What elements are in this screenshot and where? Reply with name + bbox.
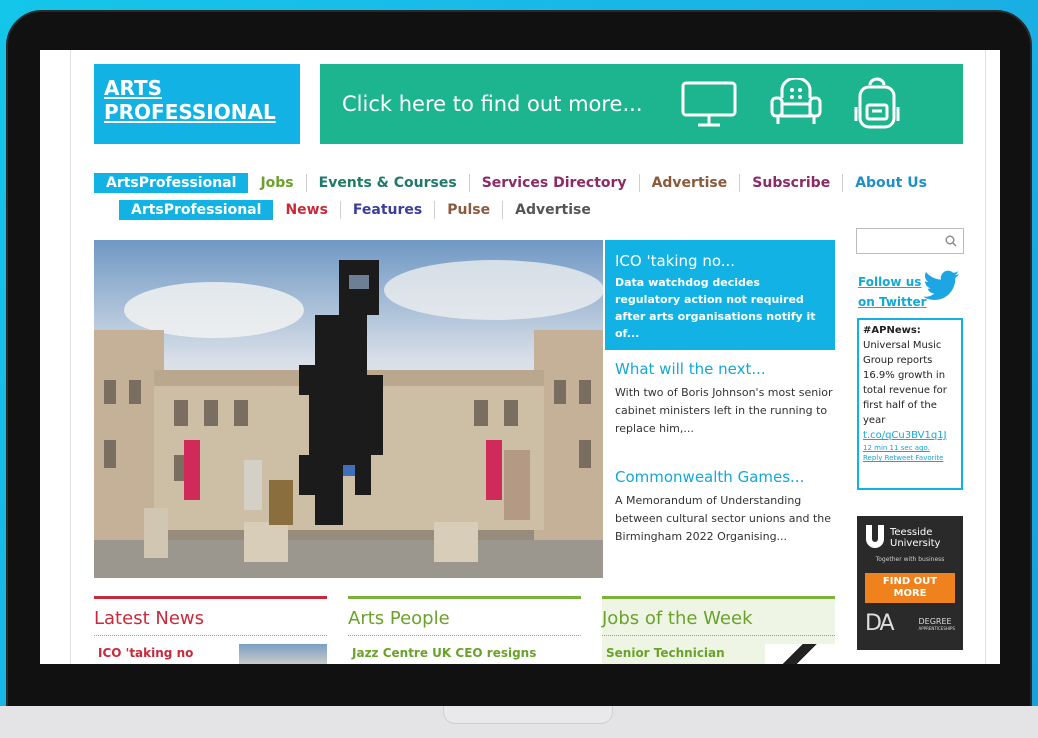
- ad-uni-line-1: Teesside: [890, 527, 933, 538]
- jobs-of-the-week-heading[interactable]: Jobs of the Week: [602, 596, 835, 632]
- ad-uni-line-2: University: [890, 538, 941, 549]
- feature-2-title: What will the next...: [615, 360, 766, 378]
- teesside-university-ad[interactable]: Teesside University Together with busine…: [857, 516, 963, 650]
- feature-2-body: With two of Boris Johnson's most senior …: [615, 386, 833, 435]
- section-divider: [348, 635, 581, 636]
- subnav-item-advertise[interactable]: Advertise: [503, 201, 603, 219]
- featured-article-3[interactable]: Commonwealth Games... A Memorandum of Un…: [615, 468, 835, 546]
- job-thumbnail[interactable]: [765, 644, 835, 664]
- latest-news-heading[interactable]: Latest News: [94, 596, 327, 632]
- latest-news-section: Latest News ICO 'taking no: [94, 596, 327, 664]
- nav-item-about-us[interactable]: About Us: [843, 174, 939, 192]
- nav-item-services-directory[interactable]: Services Directory: [470, 174, 640, 192]
- nav-item-advertise[interactable]: Advertise: [640, 174, 741, 192]
- follow-line-2: on Twitter: [858, 295, 927, 309]
- ad-da-mark: DA: [865, 611, 895, 636]
- subnav-item-news[interactable]: News: [273, 201, 341, 219]
- armchair-icon: [768, 78, 824, 130]
- tweet-link[interactable]: t.co/qCu3BV1q1J: [863, 428, 957, 443]
- laptop-notch: [443, 706, 613, 724]
- nav-item-subscribe[interactable]: Subscribe: [740, 174, 844, 192]
- follow-us-twitter-link[interactable]: Follow us on Twitter: [858, 272, 927, 312]
- news-thumbnail[interactable]: [239, 644, 327, 664]
- tweet-time[interactable]: 12 min 11 sec ago.: [863, 443, 957, 453]
- nav-item-events-courses[interactable]: Events & Courses: [307, 174, 470, 192]
- feature-3-title: Commonwealth Games...: [615, 468, 805, 486]
- subnav-brand-artsprofessional[interactable]: ArtsProfessional: [119, 200, 274, 220]
- twitter-bird-icon[interactable]: [923, 270, 961, 306]
- primary-nav: ArtsProfessional Jobs Events & Courses S…: [94, 172, 939, 194]
- tweet-body: Universal Music Group reports 16.9% grow…: [863, 340, 947, 426]
- arts-people-section: Arts People Jazz Centre UK CEO resigns: [348, 596, 581, 664]
- section-divider: [602, 635, 835, 636]
- nav-item-jobs[interactable]: Jobs: [248, 174, 307, 192]
- secondary-nav: ArtsProfessional News Features Pulse Adv…: [119, 199, 603, 221]
- nav-brand-artsprofessional[interactable]: ArtsProfessional: [94, 173, 249, 193]
- search-icon[interactable]: [945, 232, 957, 251]
- section-divider: [94, 635, 327, 636]
- follow-line-1: Follow us: [858, 275, 922, 289]
- feature-1-title: ICO 'taking no...: [615, 252, 736, 270]
- featured-article-1[interactable]: ICO 'taking no... Data watchdog decides …: [605, 240, 835, 350]
- ad-da-line-2: APPRENTICESHIPS: [918, 625, 955, 631]
- ad-find-out-more-button[interactable]: FIND OUT MORE: [865, 573, 955, 603]
- subnav-item-pulse[interactable]: Pulse: [435, 201, 504, 219]
- logo-line-2: PROFESSIONAL: [104, 100, 276, 124]
- web-page: ARTS PROFESSIONAL Click here to find out…: [70, 50, 986, 664]
- feature-3-body: A Memorandum of Understanding between cu…: [615, 494, 832, 543]
- promo-banner[interactable]: Click here to find out more...: [320, 64, 963, 144]
- ad-university: Teesside University: [865, 524, 955, 552]
- arts-people-item[interactable]: Jazz Centre UK CEO resigns: [352, 646, 581, 660]
- monitor-icon: [680, 79, 738, 129]
- ad-cta-line-1: FIND OUT: [882, 576, 938, 587]
- arts-people-heading[interactable]: Arts People: [348, 596, 581, 632]
- laptop-screen: ARTS PROFESSIONAL Click here to find out…: [40, 50, 1000, 664]
- tweet-actions[interactable]: Reply Retweet Favorite: [863, 453, 957, 463]
- ad-cta-line-2: MORE: [893, 588, 927, 599]
- ad-da-text: DEGREE APPRENTICESHIPS: [919, 617, 955, 631]
- hero-image[interactable]: [94, 240, 603, 578]
- university-logo-icon: [865, 524, 885, 552]
- subnav-item-features[interactable]: Features: [341, 201, 436, 219]
- ad-da-line-1: DEGREE: [918, 616, 952, 626]
- banner-text: Click here to find out more...: [342, 92, 643, 116]
- search-input[interactable]: [856, 228, 964, 254]
- ad-tagline: Together with business: [875, 556, 945, 563]
- jobs-of-the-week-section: Jobs of the Week Senior Technician: [602, 596, 835, 664]
- logo-line-1: ARTS: [104, 76, 163, 100]
- ad-degree-apprenticeships: DA DEGREE APPRENTICESHIPS: [865, 611, 955, 636]
- featured-article-2[interactable]: What will the next... With two of Boris …: [615, 360, 835, 438]
- tweet-box: #APNews: Universal Music Group reports 1…: [857, 318, 963, 490]
- tweet-hashtag: #APNews:: [863, 325, 921, 336]
- feature-1-body: Data watchdog decides regulatory action …: [615, 276, 816, 340]
- backpack-icon: [852, 77, 902, 131]
- ad-uni-name: Teesside University: [890, 527, 940, 549]
- site-logo[interactable]: ARTS PROFESSIONAL: [94, 64, 300, 144]
